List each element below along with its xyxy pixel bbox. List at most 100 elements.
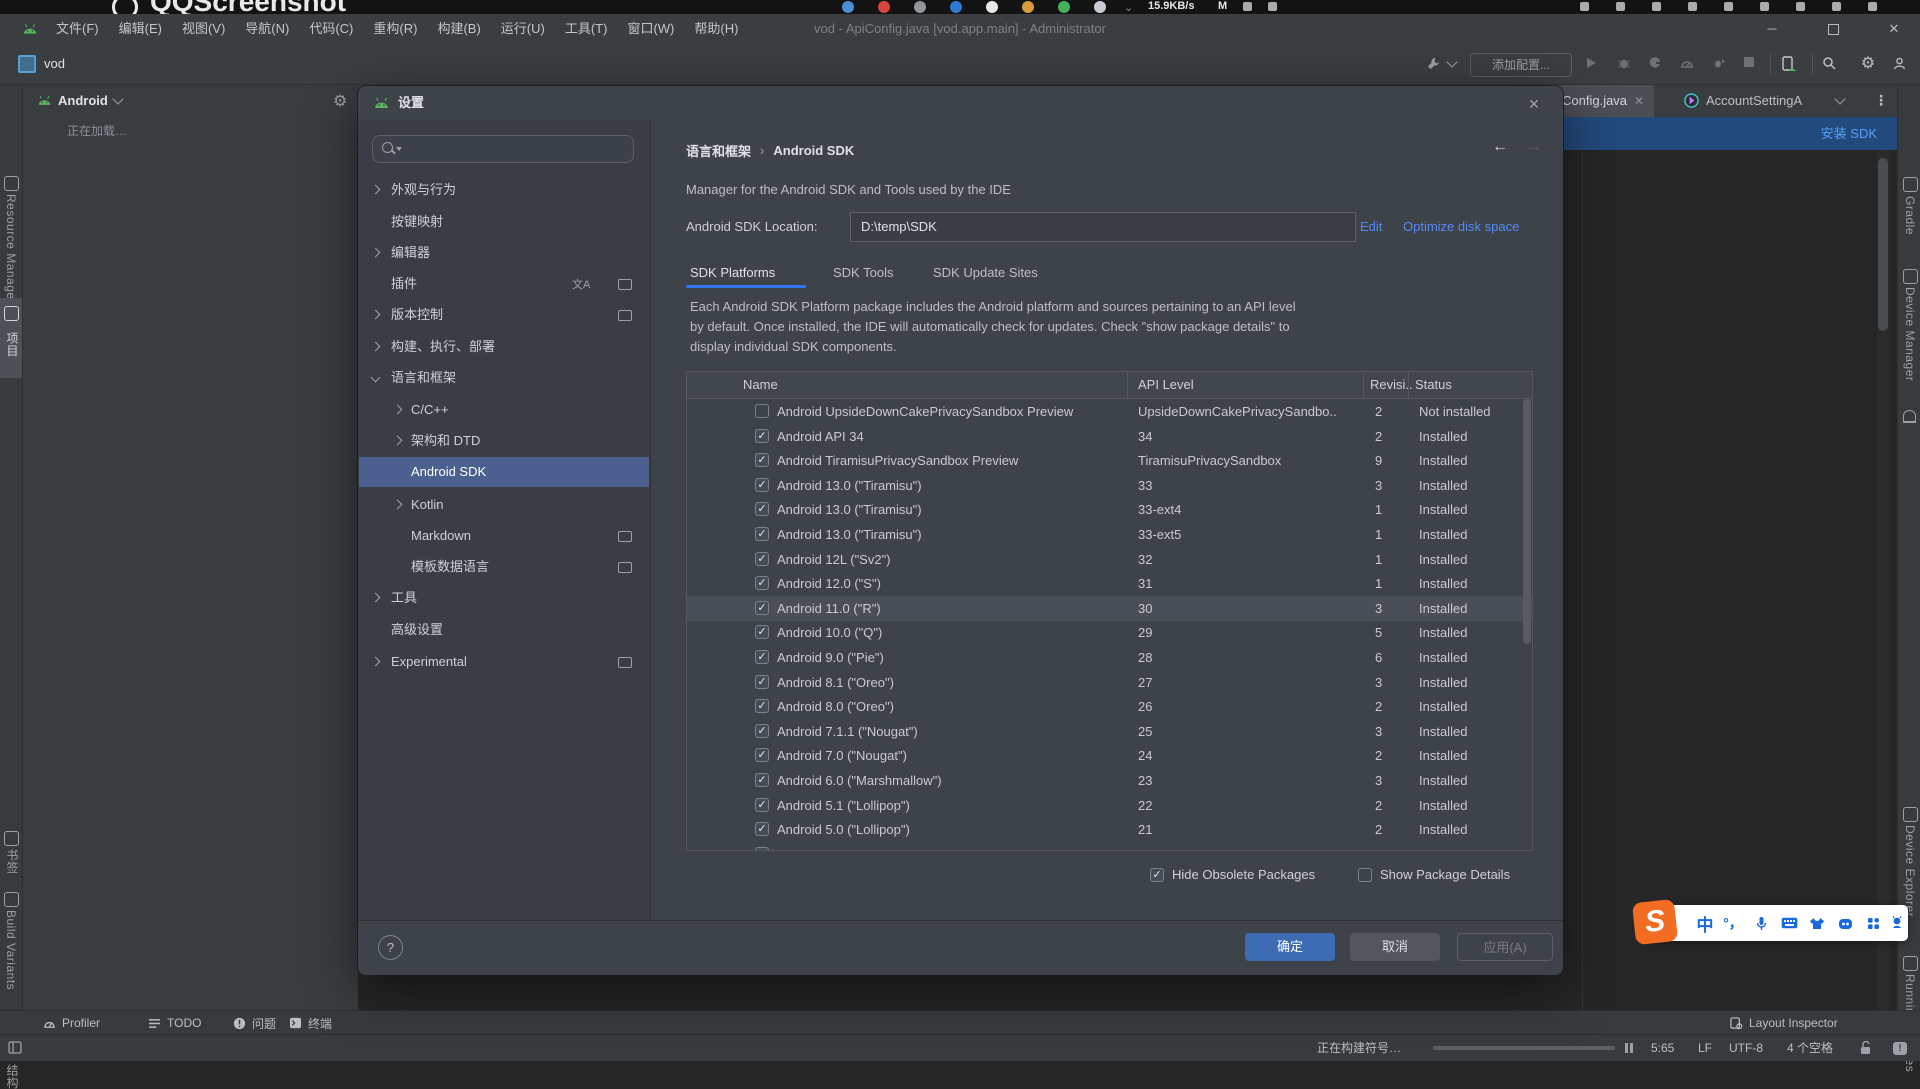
- tray-dot-icon[interactable]: [914, 1, 926, 13]
- tray-icon[interactable]: [1832, 2, 1841, 11]
- stripe-item-0[interactable]: Gradle: [1903, 196, 1917, 235]
- table-row[interactable]: ✓Android API 34342Installed: [687, 424, 1532, 449]
- menu-4[interactable]: 代码(C): [299, 14, 363, 44]
- line-separator[interactable]: LF: [1698, 1035, 1712, 1061]
- gradle-icon[interactable]: [1903, 177, 1918, 192]
- project-view-mode[interactable]: Android: [58, 93, 108, 108]
- table-row[interactable]: ✓Android 13.0 ("Tiramisu")333Installed: [687, 473, 1532, 498]
- row-checkbox[interactable]: ✓: [755, 773, 769, 787]
- apply-button[interactable]: 应用(A): [1457, 933, 1553, 961]
- settings-tree-item-2[interactable]: 编辑器: [359, 238, 649, 268]
- menu-10[interactable]: 帮助(H): [684, 14, 748, 44]
- column-header-3[interactable]: Status: [1415, 372, 1452, 398]
- stripe-item-0[interactable]: Resource Manager: [4, 194, 18, 304]
- install-sdk-link[interactable]: 安装 SDK: [1821, 117, 1877, 150]
- settings-tree-item-4[interactable]: 版本控制: [359, 300, 649, 330]
- device-manager-icon[interactable]: [1780, 56, 1796, 72]
- minimize-button[interactable]: ─: [1755, 14, 1789, 44]
- tray-dot-icon[interactable]: [986, 1, 998, 13]
- search-icon[interactable]: [1822, 56, 1838, 72]
- tray-dot-icon[interactable]: [842, 1, 854, 13]
- menu-5[interactable]: 重构(R): [363, 14, 427, 44]
- sogou-logo-icon[interactable]: S: [1632, 899, 1678, 945]
- table-scrollbar-thumb[interactable]: [1523, 399, 1531, 644]
- indent-setting[interactable]: 4 个空格: [1787, 1035, 1833, 1061]
- tab-sdk-update-sites[interactable]: SDK Update Sites: [933, 260, 1038, 285]
- row-checkbox[interactable]: ✓: [755, 650, 769, 664]
- breadcrumb-group[interactable]: 语言和框架: [686, 141, 751, 160]
- chevron-down-icon[interactable]: [1446, 56, 1457, 67]
- run-icon[interactable]: [1584, 56, 1600, 72]
- stripe-item-2[interactable]: 书签: [4, 849, 21, 874]
- emoji-robot-icon[interactable]: [1832, 905, 1858, 941]
- settings-tree-item-9[interactable]: Android SDK: [359, 457, 649, 487]
- tray-letter-icon[interactable]: M: [1218, 0, 1227, 12]
- tray-dot-icon[interactable]: [1022, 1, 1034, 13]
- menu-3[interactable]: 导航(N): [235, 14, 299, 44]
- pause-icon[interactable]: [1623, 1043, 1633, 1053]
- profiler-icon[interactable]: [1680, 56, 1696, 72]
- settings-tree-item-7[interactable]: C/C++: [359, 395, 649, 425]
- avatar-icon[interactable]: [1892, 56, 1908, 72]
- tray-icon[interactable]: [1868, 2, 1877, 11]
- stripe-item-3[interactable]: Build Variants: [4, 910, 18, 990]
- bell-icon[interactable]: [1903, 410, 1916, 423]
- hide-obsolete-checkbox[interactable]: ✓: [1150, 868, 1164, 882]
- toolwindow-2[interactable]: 问题: [233, 1011, 276, 1035]
- editor-tab-config[interactable]: Config.java ✕: [1552, 84, 1654, 117]
- skin-icon[interactable]: [1804, 905, 1830, 941]
- chevron-down-icon[interactable]: [112, 93, 123, 104]
- mic-icon[interactable]: [1748, 905, 1774, 941]
- tray-icon[interactable]: [1652, 2, 1661, 11]
- editor-tab-accountsetting[interactable]: AccountSettingA: [1674, 84, 1812, 117]
- debug-icon[interactable]: [1617, 56, 1633, 72]
- row-checkbox[interactable]: ✓: [755, 552, 769, 566]
- settings-tree-item-11[interactable]: Markdown: [359, 521, 649, 551]
- device-explorer-icon[interactable]: [1903, 807, 1918, 822]
- table-row[interactable]: ✓Android 12.0 ("S")311Installed: [687, 571, 1532, 596]
- tray-icon[interactable]: [1268, 2, 1277, 11]
- menu-0[interactable]: 文件(F): [46, 14, 109, 44]
- settings-tree-item-3[interactable]: 插件文A: [359, 269, 649, 299]
- settings-tree-item-0[interactable]: 外观与行为: [359, 175, 649, 205]
- settings-gear-icon[interactable]: ⚙: [333, 91, 347, 111]
- row-checkbox[interactable]: ✓: [755, 576, 769, 590]
- ime-settings-icon[interactable]: [1884, 905, 1910, 941]
- table-row[interactable]: ✓Android 13.0 ("Tiramisu")33-ext41Instal…: [687, 497, 1532, 522]
- file-encoding[interactable]: UTF-8: [1729, 1035, 1763, 1061]
- row-checkbox[interactable]: ✓: [755, 748, 769, 762]
- menu-6[interactable]: 构建(B): [427, 14, 490, 44]
- row-checkbox[interactable]: ✓: [755, 502, 769, 516]
- table-row[interactable]: ✓Android 12L ("Sv2")321Installed: [687, 547, 1532, 572]
- toolwindow-3[interactable]: 终端: [289, 1011, 332, 1035]
- tool-window-layout-icon[interactable]: [8, 1041, 22, 1054]
- table-row[interactable]: ✓Android 8.0 ("Oreo")262Installed: [687, 694, 1532, 719]
- show-details-checkbox[interactable]: [1358, 868, 1372, 882]
- table-scrollbar[interactable]: [1522, 399, 1532, 850]
- table-row[interactable]: ✓Android 5.1 ("Lollipop")222Installed: [687, 793, 1532, 818]
- running-devices-icon[interactable]: [1903, 956, 1918, 971]
- settings-search-input[interactable]: [372, 135, 634, 163]
- optimize-disk-space-link[interactable]: Optimize disk space: [1403, 219, 1519, 234]
- row-checkbox[interactable]: ✓: [755, 527, 769, 541]
- stripe-item-2[interactable]: Device Explorer: [1903, 825, 1917, 917]
- images-icon[interactable]: [4, 176, 19, 191]
- toolwindow-0[interactable]: Profiler: [43, 1011, 100, 1035]
- tray-dot-icon[interactable]: [950, 1, 962, 13]
- settings-tree-item-13[interactable]: 工具: [359, 583, 649, 613]
- column-header-0[interactable]: Name: [743, 372, 778, 398]
- tray-dot-icon[interactable]: [878, 1, 890, 13]
- bookmark-icon[interactable]: [4, 831, 19, 846]
- chinese-mode-icon[interactable]: 中: [1692, 905, 1718, 941]
- settings-tree-item-12[interactable]: 模板数据语言: [359, 552, 649, 582]
- table-row[interactable]: ✓Android 6.0 ("Marshmallow")233Installed: [687, 768, 1532, 793]
- toolbox-grid-icon[interactable]: [1860, 905, 1886, 941]
- table-row[interactable]: ✓Android 5.0 ("Lollipop")212Installed: [687, 817, 1532, 842]
- settings-tree-item-8[interactable]: 架构和 DTD: [359, 426, 649, 456]
- stripe-item-4[interactable]: 结构: [4, 1064, 21, 1089]
- menu-8[interactable]: 工具(T): [555, 14, 618, 44]
- table-row[interactable]: ✓Android 13.0 ("Tiramisu")33-ext51Instal…: [687, 522, 1532, 547]
- table-row[interactable]: ✓Android TiramisuPrivacySandbox PreviewT…: [687, 448, 1532, 473]
- ok-button[interactable]: 确定: [1245, 933, 1335, 961]
- notification-badge-icon[interactable]: !: [1893, 1042, 1907, 1055]
